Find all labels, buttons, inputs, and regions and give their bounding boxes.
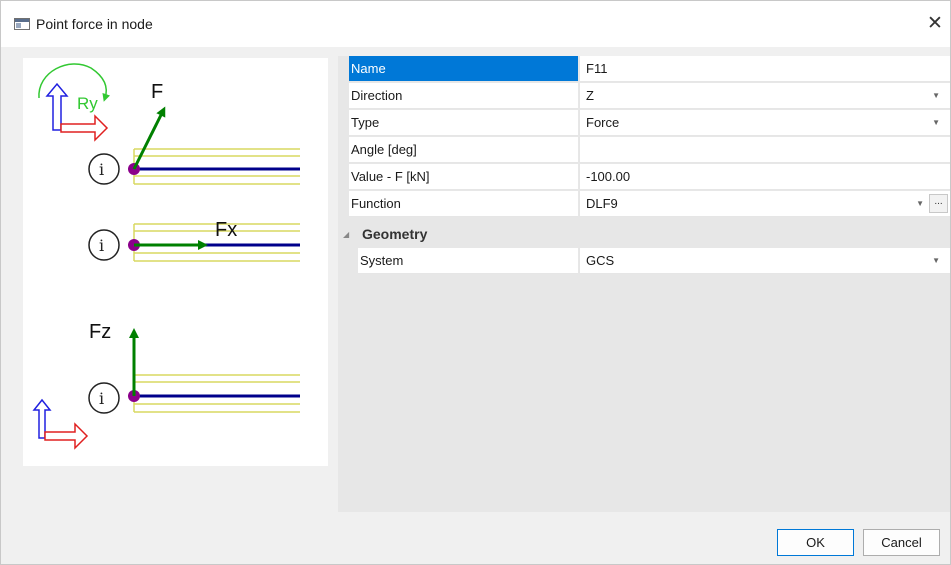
- property-label: Function: [349, 191, 578, 217]
- title-bar: Point force in node ✕: [1, 1, 950, 47]
- member-2: [88, 223, 300, 262]
- property-dropdown-function[interactable]: DLF9 ▼ ...: [579, 191, 950, 217]
- close-icon[interactable]: ✕: [920, 7, 950, 41]
- property-value-text: F11: [586, 61, 608, 76]
- property-row-angle[interactable]: Angle [deg]: [338, 137, 950, 163]
- node-label-2: i: [99, 236, 104, 255]
- property-row-value[interactable]: Value - F [kN] -100.00: [338, 164, 950, 190]
- chevron-down-icon[interactable]: ▼: [916, 191, 924, 217]
- property-row-direction[interactable]: Direction Z ▼: [338, 83, 950, 109]
- member-1: [88, 106, 300, 185]
- property-label: Direction: [349, 83, 578, 109]
- chevron-down-icon[interactable]: ▼: [932, 83, 940, 109]
- window-title: Point force in node: [36, 16, 153, 32]
- ok-button[interactable]: OK: [777, 529, 854, 556]
- window-icon: [14, 18, 30, 30]
- property-label: Name: [349, 56, 578, 82]
- property-label: Angle [deg]: [349, 137, 578, 163]
- ellipsis-button[interactable]: ...: [929, 194, 948, 213]
- property-dropdown-system[interactable]: GCS ▼: [579, 248, 950, 274]
- f-label: F: [151, 81, 163, 103]
- property-value-force[interactable]: -100.00: [579, 164, 950, 190]
- dialog-window: Point force in node ✕ Ry i F i Fx i Fz N…: [0, 0, 951, 565]
- collapse-triangle-icon[interactable]: ◢: [343, 230, 349, 239]
- property-value-text: GCS: [586, 253, 615, 268]
- property-row-system[interactable]: System GCS ▼: [338, 248, 950, 274]
- property-value-text: Force: [586, 115, 620, 130]
- load-illustration: Ry i F i Fx i Fz: [32, 63, 300, 450]
- fx-label: Fx: [215, 219, 237, 241]
- fz-label: Fz: [89, 321, 111, 343]
- property-value-text: -100.00: [586, 169, 631, 184]
- ry-label: Ry: [77, 94, 98, 113]
- property-label: Type: [349, 110, 578, 136]
- preview-panel: Ry i F i Fx i Fz: [23, 58, 328, 466]
- chevron-down-icon[interactable]: ▼: [932, 248, 940, 274]
- property-row-function[interactable]: Function DLF9 ▼ ...: [338, 191, 950, 217]
- property-value-angle[interactable]: [579, 137, 950, 163]
- chevron-down-icon[interactable]: ▼: [932, 110, 940, 136]
- node-label-1: i: [99, 160, 104, 179]
- property-row-type[interactable]: Type Force ▼: [338, 110, 950, 136]
- property-value-text: Z: [586, 88, 594, 103]
- property-grid: Name F11 Direction Z ▼ Type Force ▼ Angl…: [338, 56, 950, 512]
- group-label: Geometry: [362, 226, 428, 242]
- property-label: System: [358, 248, 578, 274]
- property-value-text: DLF9: [586, 196, 618, 211]
- property-dropdown-direction[interactable]: Z ▼: [579, 83, 950, 109]
- property-value-name[interactable]: F11: [579, 56, 950, 82]
- property-dropdown-type[interactable]: Force ▼: [579, 110, 950, 136]
- member-3: [88, 328, 300, 414]
- property-row-name[interactable]: Name F11: [338, 56, 950, 82]
- node-label-3: i: [99, 389, 104, 408]
- group-header-geometry[interactable]: ◢ Geometry: [338, 222, 950, 248]
- property-label: Value - F [kN]: [349, 164, 578, 190]
- axis-icon: [32, 398, 89, 450]
- cancel-button[interactable]: Cancel: [863, 529, 940, 556]
